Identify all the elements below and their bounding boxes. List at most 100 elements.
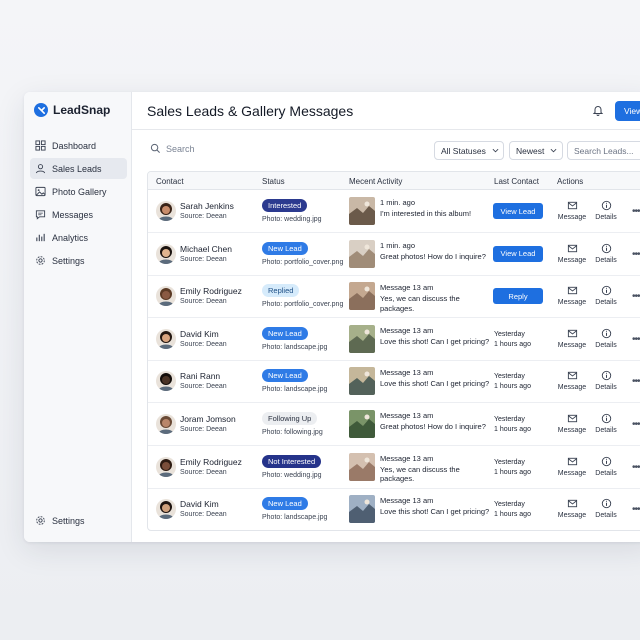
photo-thumbnail[interactable] — [349, 410, 375, 438]
view-lead-button[interactable]: View Lead — [493, 245, 543, 262]
details-action[interactable]: Details — [593, 285, 619, 306]
avatar — [156, 201, 176, 221]
message-action[interactable]: Message — [557, 243, 587, 264]
contact-name[interactable]: Rani Rann — [180, 371, 220, 381]
status-badge: New Lead — [262, 497, 308, 511]
photo-thumbnail[interactable] — [349, 282, 375, 311]
contact-name[interactable]: David Kim — [180, 329, 219, 339]
sidebar-item-dashboard[interactable]: Dashboard — [30, 135, 127, 156]
message-action[interactable]: Message — [557, 200, 587, 221]
sidebar-item-photo-gallery[interactable]: Photo Gallery — [30, 181, 127, 202]
status-badge: Not Interested — [262, 454, 322, 468]
search-leads-input[interactable]: Search Leads... — [567, 141, 640, 160]
last-contact-time: 1 hours ago — [494, 383, 531, 391]
brand[interactable]: LeadSnap — [34, 103, 110, 117]
sidebar-item-sales-leads[interactable]: Sales Leads — [30, 158, 127, 179]
message-action[interactable]: Message — [557, 413, 587, 434]
table-row[interactable]: Rani Rann Source: Deean New Lead Photo: … — [148, 360, 640, 404]
contact-source: Source: Deean — [180, 426, 227, 433]
table-row[interactable]: Michael Chen Source: Deean New Lead Phot… — [148, 233, 640, 276]
envelope-icon — [567, 372, 577, 380]
details-action[interactable]: Details — [593, 413, 619, 434]
message-action[interactable]: Message — [557, 285, 587, 306]
photo-thumbnail[interactable] — [349, 239, 375, 268]
table-row[interactable]: David Kim Source: Deean New Lead Photo: … — [148, 318, 640, 361]
sort-value: Newest — [516, 145, 545, 156]
more-options-icon[interactable]: ••• — [632, 334, 640, 345]
photo-thumbnail[interactable] — [349, 367, 375, 396]
table-header: Contact Status Mecent Activity Last Cont… — [148, 172, 640, 190]
message-action[interactable]: Message — [557, 328, 587, 349]
info-icon — [601, 413, 611, 424]
user-icon — [35, 164, 46, 174]
more-options-icon[interactable]: ••• — [632, 419, 640, 430]
contact-name[interactable]: Emily Rodriguez — [180, 457, 242, 467]
message-action[interactable]: Message — [557, 456, 587, 477]
sidebar-item-analytics[interactable]: Analytics — [30, 227, 127, 248]
view-lead-button[interactable]: Reply — [493, 288, 543, 305]
message-label: Message — [557, 512, 587, 520]
more-options-icon[interactable]: ••• — [632, 504, 640, 515]
status-filter-dropdown[interactable]: All Statuses — [434, 141, 504, 160]
photo-filename: Photo: landscape.jpg — [262, 343, 328, 351]
table-row[interactable]: Emily Rodriguez Source: Deean Not Intere… — [148, 446, 640, 489]
contact-source: Source: Deean — [180, 468, 227, 476]
column-header-status[interactable]: Status — [262, 177, 285, 186]
view-lead-button[interactable]: View Lead — [493, 203, 543, 219]
contact-name[interactable]: Joram Jomson — [180, 414, 236, 424]
column-header-actions[interactable]: Actions — [557, 177, 583, 186]
envelope-icon — [567, 500, 577, 508]
table-row[interactable]: David Kim Source: Deean New Lead Photo: … — [148, 488, 640, 530]
activity-time: Message 13 am — [380, 453, 434, 463]
contact-name[interactable]: Sarah Jenkins — [180, 201, 234, 211]
page-title: Sales Leads & Gallery Messages — [147, 103, 354, 119]
details-label: Details — [595, 512, 617, 520]
view-button[interactable]: View L — [615, 101, 640, 121]
table-row[interactable]: Joram Jomson Source: Deean Following Up … — [148, 403, 640, 446]
envelope-icon — [567, 201, 577, 210]
envelope-icon — [567, 414, 577, 423]
sidebar-item-settings-bottom[interactable]: Settings — [35, 515, 85, 526]
more-options-icon[interactable]: ••• — [632, 206, 640, 217]
photo-thumbnail[interactable] — [349, 197, 375, 225]
info-icon — [601, 371, 611, 381]
more-options-icon[interactable]: ••• — [632, 249, 640, 260]
message-action[interactable]: Message — [557, 498, 587, 519]
gear-icon — [36, 516, 45, 525]
bell-icon[interactable] — [592, 104, 604, 116]
sidebar-item-settings[interactable]: Settings — [30, 250, 127, 271]
table-row[interactable]: Sarah Jenkins Source: Deean Interested P… — [148, 190, 640, 233]
last-contact-day: Yesterday — [494, 373, 525, 381]
column-header-contact[interactable]: Contact — [156, 177, 184, 186]
photo-filename: Photo: wedding.jpg — [262, 471, 322, 479]
details-action[interactable]: Details — [593, 328, 619, 349]
photo-thumbnail[interactable] — [349, 495, 375, 524]
contact-name[interactable]: Emily Rodriguez — [180, 286, 242, 296]
chevron-down-icon — [492, 148, 499, 153]
details-action[interactable]: Details — [593, 498, 619, 519]
more-options-icon[interactable]: ••• — [632, 376, 640, 387]
details-action[interactable]: Details — [593, 370, 619, 391]
search-input[interactable]: Search — [150, 143, 195, 154]
contact-name[interactable]: David Kim — [180, 499, 219, 509]
leads-table: Contact Status Mecent Activity Last Cont… — [147, 171, 640, 531]
message-action[interactable]: Message — [557, 370, 587, 391]
details-action[interactable]: Details — [593, 456, 619, 477]
search-leads-placeholder: Search Leads... — [574, 145, 634, 156]
more-options-icon[interactable]: ••• — [632, 462, 640, 473]
sidebar-item-label: Messages — [52, 209, 94, 220]
contact-source: Source: Deean — [180, 383, 227, 391]
details-action[interactable]: Details — [593, 200, 619, 221]
avatar — [156, 499, 176, 520]
details-action[interactable]: Details — [593, 243, 619, 264]
column-header-last-contact[interactable]: Last Contact — [494, 177, 539, 186]
more-options-icon[interactable]: ••• — [632, 291, 640, 302]
photo-thumbnail[interactable] — [349, 452, 375, 481]
photo-thumbnail[interactable] — [349, 324, 375, 353]
last-contact-day: Yesterday — [494, 416, 525, 423]
contact-name[interactable]: Michael Chen — [180, 244, 232, 254]
column-header-activity[interactable]: Mecent Activity — [349, 177, 402, 186]
table-row[interactable]: Emily Rodriguez Source: Deean Replied Ph… — [148, 275, 640, 319]
sort-dropdown[interactable]: Newest — [509, 141, 563, 160]
sidebar-item-messages[interactable]: Messages — [30, 204, 127, 225]
